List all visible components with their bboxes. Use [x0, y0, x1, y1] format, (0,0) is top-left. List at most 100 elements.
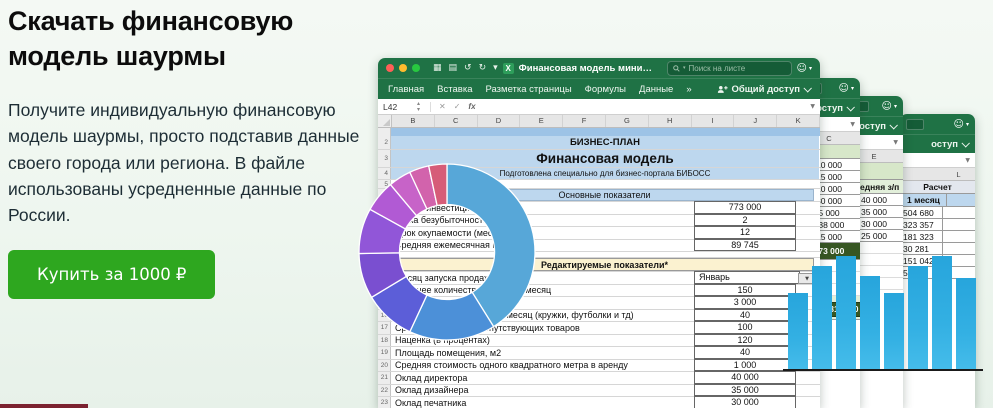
column-letter[interactable]: L — [942, 170, 975, 179]
column-header-B[interactable]: B — [392, 115, 435, 127]
bar-8 — [956, 278, 976, 369]
column-header-D[interactable]: D — [478, 115, 521, 127]
calc-row: 504 680 — [900, 207, 975, 219]
month-label: 1 месяц — [904, 195, 946, 205]
cell-value[interactable]: 773 000 — [694, 201, 796, 214]
column-letter[interactable]: E — [871, 152, 876, 161]
cell-value[interactable]: 30 000 — [694, 396, 796, 408]
cell-value[interactable]: 40 000 — [694, 371, 796, 384]
sheet-row-2: 2БИЗНЕС-ПЛАН — [378, 136, 820, 150]
smiley-icon[interactable]: ☺▾ — [839, 83, 854, 94]
maximize-window-button[interactable] — [412, 64, 420, 72]
menu-item-Разметка страницы[interactable]: Разметка страницы — [485, 84, 571, 95]
row-number[interactable]: 22 — [378, 385, 391, 397]
confirm-entry-icon[interactable]: ✓ — [454, 102, 461, 111]
column-header-row: BCDEFGHIJK — [378, 115, 820, 128]
filter-dropdown-icon[interactable]: ▼ — [965, 157, 970, 164]
bottom-cutoff-strip — [0, 404, 88, 408]
cell-value[interactable]: 100 — [694, 321, 796, 334]
row-number[interactable]: 20 — [378, 360, 391, 372]
calc-row: 181 323 — [900, 231, 975, 243]
share-label-fragment: оступ — [931, 139, 958, 150]
toolbar-options-icon[interactable]: ▾ — [493, 63, 498, 73]
cancel-entry-icon[interactable]: ✕ — [439, 102, 446, 111]
filter-dropdown-icon[interactable]: ▼ — [850, 121, 855, 128]
share-label-fragment: оступ — [816, 103, 843, 114]
menu-item-Данные[interactable]: Данные — [639, 84, 673, 95]
title-bar: ▦ ▤ ↺ ↻ ▾ X Финансовая модель мини… ▾ По… — [378, 58, 820, 78]
excel-doc-icon: X — [503, 63, 514, 74]
undo-icon[interactable]: ↺ — [464, 63, 472, 73]
chevron-down-icon — [846, 103, 854, 111]
select-all-corner[interactable] — [378, 115, 392, 127]
minimize-window-button[interactable] — [399, 64, 407, 72]
column-header-E[interactable]: E — [520, 115, 563, 127]
sheet-row-1-fill — [378, 128, 820, 136]
buy-button[interactable]: Купить за 1000 ₽ — [8, 250, 215, 299]
column-header-G[interactable]: G — [606, 115, 649, 127]
hero-description: Получите индивидуальную финансовую модел… — [8, 97, 364, 228]
redo-icon[interactable]: ↻ — [479, 63, 487, 73]
smiley-icon[interactable]: ☺▾ — [954, 119, 969, 130]
column-header-K[interactable]: K — [777, 115, 820, 127]
column-header-C[interactable]: C — [435, 115, 478, 127]
calc-section-header: Расчет — [900, 181, 975, 194]
cell-value[interactable]: 504 680 — [900, 208, 942, 218]
hero-section: Скачать финансовую модель шаурмы Получит… — [8, 0, 364, 299]
column-header-F[interactable]: F — [563, 115, 606, 127]
empty-cell[interactable] — [942, 207, 975, 218]
cell-name-box[interactable]: L42 — [378, 102, 417, 112]
menu-item-Главная[interactable]: Главная — [388, 84, 424, 95]
donut-chart[interactable] — [358, 163, 536, 341]
search-field-fragment — [906, 119, 924, 130]
bar-5 — [884, 293, 904, 369]
formula-bar: L42 ▴▾ ✕ ✓ fx ▼ — [378, 99, 820, 115]
cell-value[interactable]: 323 357 — [900, 220, 942, 230]
view-grid-icon[interactable]: ▦ — [433, 63, 442, 73]
chevron-down-icon — [803, 84, 811, 92]
row-number[interactable]: 2 — [378, 136, 391, 149]
calc-row: 323 357 — [900, 219, 975, 231]
name-box-stepper[interactable]: ▴▾ — [417, 101, 420, 113]
window4-share-menu[interactable]: оступ — [900, 134, 975, 153]
formula-bar-dropdown-icon[interactable]: ▼ — [810, 103, 815, 110]
row-number[interactable]: 23 — [378, 397, 391, 408]
cell-value[interactable]: 89 745 — [694, 239, 796, 252]
cell-value[interactable]: 3 000 — [694, 296, 796, 309]
save-icon[interactable]: ▤ — [449, 63, 458, 73]
column-letter[interactable]: C — [826, 134, 831, 143]
cell-value[interactable]: 2 — [694, 214, 796, 227]
share-button[interactable]: Общий доступ — [717, 84, 811, 95]
feedback-smiley-icon[interactable]: ☺▾ — [797, 63, 812, 74]
cell-value[interactable]: 40 — [694, 346, 796, 359]
chevron-down-icon — [961, 139, 969, 147]
sheet-row-23: 23Оклад печатника30 000 — [378, 397, 820, 408]
cell-value[interactable]: 181 323 — [900, 232, 942, 242]
filter-dropdown-icon[interactable]: ▼ — [893, 139, 898, 146]
insert-function-icon[interactable]: fx — [468, 102, 475, 111]
column-header-I[interactable]: I — [692, 115, 735, 127]
menu-item-Формулы[interactable]: Формулы — [585, 84, 626, 95]
menu-item-Вставка[interactable]: Вставка — [437, 84, 472, 95]
empty-cell[interactable] — [942, 231, 975, 242]
cell-value[interactable]: 40 — [694, 309, 796, 322]
cell-value[interactable]: 150 — [694, 284, 796, 297]
ribbon-menu-bar: Главная Вставка Разметка страницы Формулы Да… — [378, 78, 820, 99]
smiley-icon[interactable]: ☺▾ — [882, 101, 897, 112]
cell-value[interactable]: 120 — [694, 334, 796, 347]
cell-value[interactable]: 1 000 — [694, 359, 796, 372]
row-number[interactable]: 21 — [378, 372, 391, 384]
month-column-header: 1 месяц — [900, 194, 975, 207]
row-number[interactable]: 19 — [378, 347, 391, 359]
bar-chart[interactable] — [783, 248, 983, 371]
column-header-H[interactable]: H — [649, 115, 692, 127]
close-window-button[interactable] — [386, 64, 394, 72]
menu-item-»[interactable]: » — [686, 84, 691, 95]
search-icon — [673, 65, 680, 72]
sheet-search-input[interactable]: ▾ Поиск на листе — [667, 61, 792, 76]
empty-cell[interactable] — [946, 194, 975, 206]
cell-value[interactable]: 35 000 — [694, 384, 796, 397]
column-header-J[interactable]: J — [734, 115, 777, 127]
cell-value[interactable]: 12 — [694, 226, 796, 239]
empty-cell[interactable] — [942, 219, 975, 230]
